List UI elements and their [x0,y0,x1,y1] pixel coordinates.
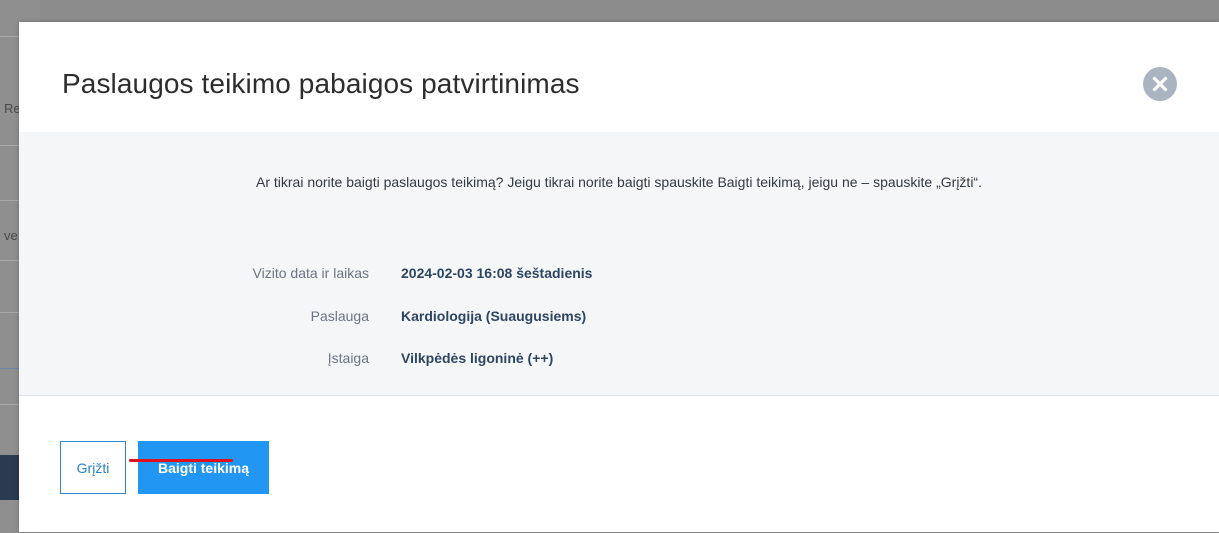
detail-value: Vilkpėdės ligoninė (++) [401,350,554,366]
modal-body: Ar tikrai norite baigti paslaugos teikim… [19,132,1219,396]
close-icon [1152,76,1168,92]
back-button[interactable]: Grįžti [60,441,126,494]
detail-row-service: Paslauga Kardiologija (Suaugusiems) [19,308,1219,328]
confirmation-message: Ar tikrai norite baigti paslaugos teikim… [255,174,982,190]
detail-label: Paslauga [310,308,369,324]
modal-title: Paslaugos teikimo pabaigos patvirtinimas [62,68,580,99]
finish-service-button[interactable]: Baigti teikimą [138,441,269,494]
detail-value: Kardiologija (Suaugusiems) [401,308,587,324]
background-text-fragment: ve [4,228,18,243]
detail-label: Įstaiga [327,350,369,366]
detail-value: 2024-02-03 16:08 šeštadienis [401,265,593,281]
highlight-underline [129,459,233,462]
confirmation-modal: Paslaugos teikimo pabaigos patvirtinimas… [19,22,1219,532]
detail-label: Vizito data ir laikas [252,265,369,281]
detail-row-visit-time: Vizito data ir laikas 2024-02-03 16:08 š… [19,265,1219,285]
close-button[interactable] [1143,67,1177,101]
modal-header: Paslaugos teikimo pabaigos patvirtinimas [19,22,1219,132]
modal-footer: Grįžti Baigti teikimą [19,396,1219,532]
detail-row-institution: Įstaiga Vilkpėdės ligoninė (++) [19,350,1219,370]
